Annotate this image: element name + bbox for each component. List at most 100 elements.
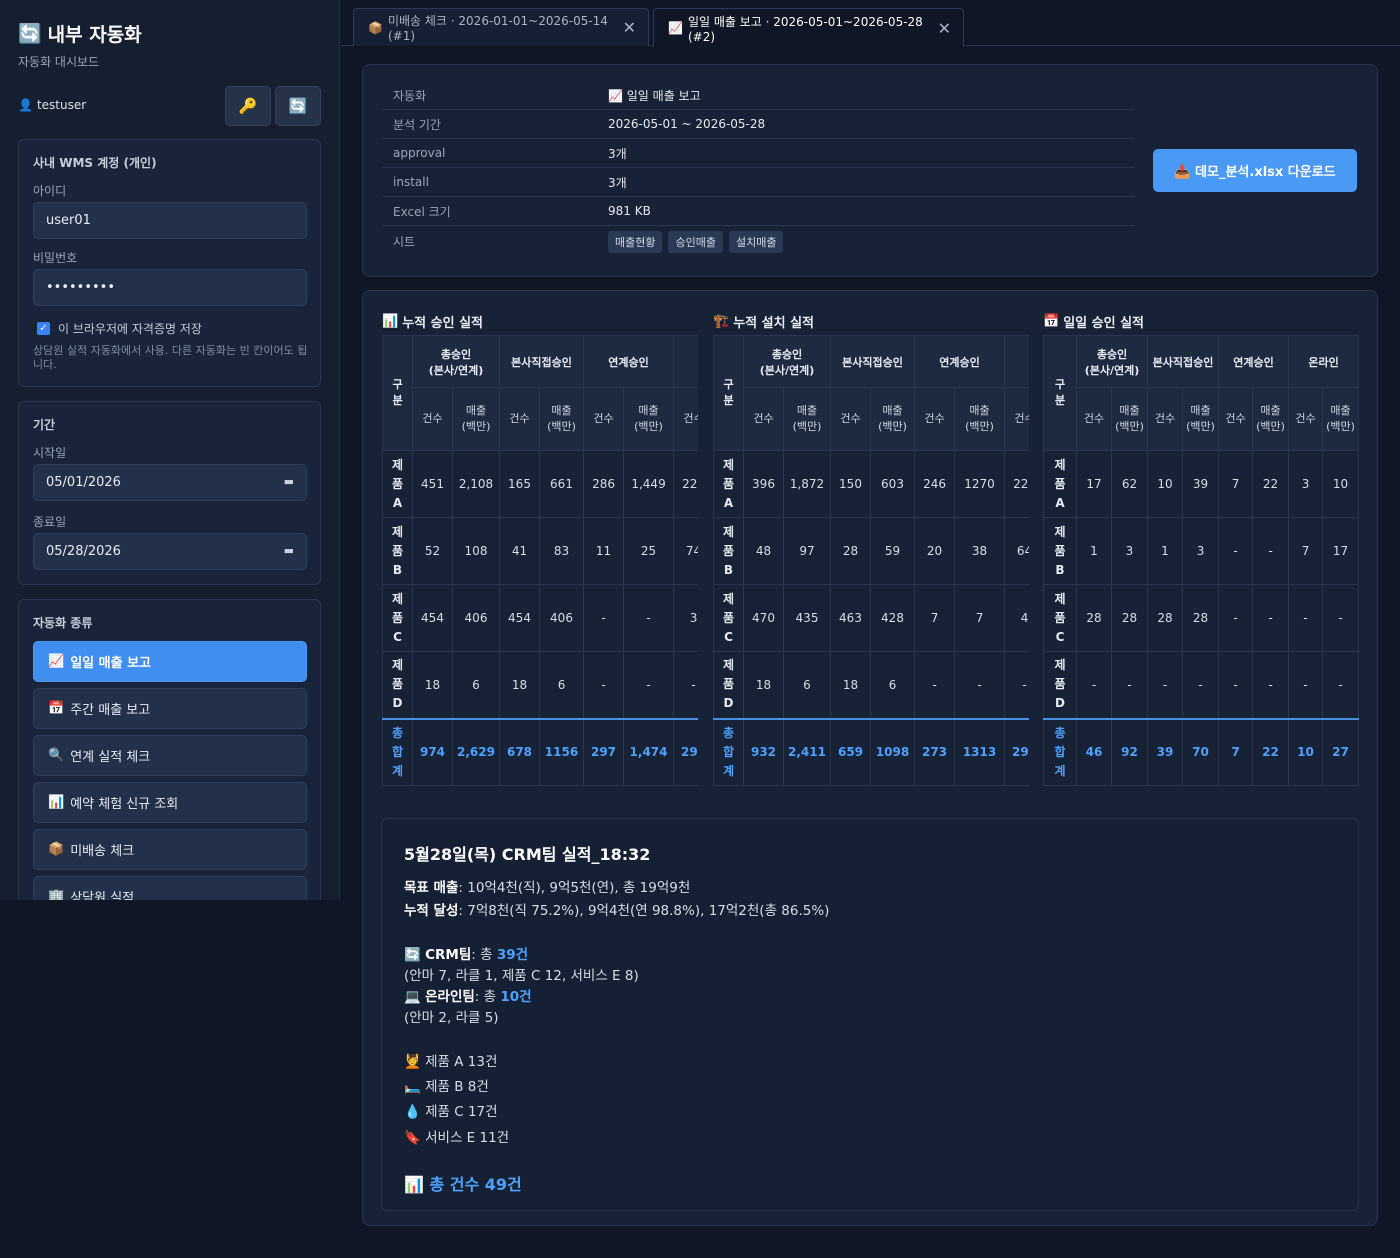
refresh-button[interactable]: 🔄 [275, 86, 321, 126]
password-input[interactable]: ••••••••• [33, 269, 307, 306]
table-scroll-area[interactable]: 구분총승인 (본사/연계)본사직접승인연계승인온라인건수매출 (백만)건수매출 … [382, 335, 698, 787]
row-label: 제품D [1043, 651, 1077, 719]
table-cell: 7 [914, 584, 956, 652]
table-cell: - [1252, 584, 1290, 652]
corner-header: 구분 [1043, 335, 1077, 451]
table-cell: 52 [412, 517, 453, 585]
row-label-text: 제품B [1054, 524, 1066, 577]
crm-report: 5월28일(목) CRM팀 실적_18:32 목표 매출: 10억4천(직), … [381, 818, 1359, 1211]
automation-undelivered[interactable]: 📦 미배송 체크 [33, 829, 307, 870]
end-date-input[interactable]: 05/28/2026 ▬ [33, 533, 307, 570]
table-cell: 3 [1181, 517, 1220, 585]
download-button[interactable]: 📥 데모_분석.xlsx 다운로드 [1153, 149, 1357, 192]
performance-table-block: 🏗️누적 설치 실적구분총승인 (본사/연계)본사직접승인연계승인온라인건수매출… [713, 307, 1029, 786]
table-cell: 92 [1111, 717, 1148, 786]
table-cell: - [623, 651, 675, 719]
table-cell: 1 [1147, 517, 1183, 585]
row-label-text: 제품A [1054, 457, 1066, 510]
online-team-line: 💻 온라인팀: 총 10건 [404, 989, 532, 1005]
table-cell: 6 [783, 651, 831, 719]
table-cell: 435 [783, 584, 831, 652]
row-label: 총합계 [713, 717, 744, 786]
table-scroll-area[interactable]: 구분총승인 (본사/연계)본사직접승인연계승인온라인건수매출 (백만)건수매출 … [1043, 335, 1359, 787]
end-date-label: 종료일 [33, 515, 67, 529]
sub-header: 매출 (백만) [954, 387, 1006, 451]
table-scroll-area[interactable]: 구분총승인 (본사/연계)본사직접승인연계승인온라인건수매출 (백만)건수매출 … [713, 335, 1029, 787]
sidebar: 🔄 내부 자동화 자동화 대시보드 👤 testuser 🔑 🔄 사내 WMS 계… [0, 0, 340, 900]
row-label-text: 제품A [391, 457, 404, 510]
table-cell: 64 [1004, 517, 1029, 585]
row-label: 제품D [382, 651, 413, 719]
sub-header: 건수 [583, 387, 625, 451]
table-cell: 406 [538, 584, 585, 652]
wms-account-card: 사내 WMS 계정 (개인) 아이디 user01 비밀번호 •••••••••… [18, 139, 321, 387]
table-cell: 74 [673, 517, 698, 585]
table-row: 제품D186186---— [382, 651, 698, 719]
row-label-text: 총합계 [391, 725, 404, 778]
table-cell: 396 [743, 450, 784, 518]
table-cell: - [1181, 651, 1220, 719]
automation-linked-check[interactable]: 🔍 연계 실적 체크 [33, 735, 307, 776]
group-header: 총승인 (본사/연계) [412, 335, 500, 388]
close-icon[interactable]: ✕ [623, 18, 636, 37]
group-header: 본사직접승인 [829, 335, 916, 388]
table-cell: 70 [1181, 717, 1220, 786]
row-label-text: 제품C [391, 591, 404, 644]
table-cell: 2,108 [452, 450, 500, 518]
sub-header: 건수 [1004, 387, 1029, 451]
calendar-icon[interactable]: ▬ [284, 475, 294, 488]
table-cell: 62 [1111, 450, 1148, 518]
sub-header: 건수 [673, 387, 698, 451]
corner-header-label: 구분 [392, 378, 403, 407]
automation-card-title: 자동화 종류 [33, 616, 93, 630]
password-label: 비밀번호 [33, 251, 78, 265]
group-header: 연계승인 [583, 335, 675, 388]
tab-daily-sales[interactable]: 📈 일일 매출 보고 · 2026-05-01~2026-05-28 (#2) … [653, 8, 964, 47]
table-cell: 2,411 [783, 717, 831, 786]
row-label-text: 제품B [722, 524, 735, 577]
table-row: 제품D - - - - - - - - [1043, 651, 1359, 719]
table-row: 제품B 1 3 1 3- -7 17 [1043, 517, 1359, 585]
group-header: 총승인 (본사/연계) [743, 335, 831, 388]
table-cell: 83 [538, 517, 585, 585]
start-date-input[interactable]: 05/01/2026 ▬ [33, 464, 307, 501]
automation-reservation[interactable]: 📊 예약 체험 신규 조회 [33, 782, 307, 823]
performance-table: 구분총승인 (본사/연계)본사직접승인연계승인온라인건수매출 (백만)건수매출 … [382, 335, 698, 786]
calendar-icon[interactable]: ▬ [284, 544, 294, 557]
chart-up-icon: 📈 [668, 21, 683, 35]
id-input[interactable]: user01 [33, 202, 307, 239]
remember-checkbox[interactable]: ✓ [37, 322, 50, 335]
close-icon[interactable]: ✕ [938, 19, 951, 38]
table-cell: - [583, 584, 625, 652]
table-cell: 3 [673, 584, 698, 652]
product-line: 💧 제품 C 17건 [404, 1104, 498, 1120]
package-icon: 📦 [368, 20, 383, 35]
remember-row[interactable]: ✓ 이 브라우저에 자격증명 저장 [37, 320, 202, 337]
row-label: 제품C [382, 584, 413, 652]
tab-undelivered[interactable]: 📦 미배송 체크 · 2026-01-01~2026-05-14 (#1) ✕ [353, 8, 649, 46]
table-cell: 406 [452, 584, 500, 652]
automation-daily-sales[interactable]: 📈 일일 매출 보고 [33, 641, 307, 682]
table-cell: 454 [412, 584, 453, 652]
automation-agent-performance[interactable]: 🏢 상담원 실적 [33, 876, 307, 900]
table-row: 제품C470435463428774— [713, 584, 1029, 652]
table-cell: - [1218, 584, 1254, 652]
group-header: 연계승인 [1218, 335, 1290, 388]
start-date-label: 시작일 [33, 446, 67, 460]
sheet-chip: 매출현황 [608, 230, 663, 253]
row-label: 제품A [713, 450, 744, 518]
sub-header: 건수 [499, 387, 540, 451]
app-subtitle: 자동화 대시보드 [18, 55, 100, 69]
calendar-icon: 📅 [48, 701, 65, 716]
table-cell: 18 [743, 651, 784, 719]
sub-header: 매출 (백만) [1322, 387, 1359, 451]
table-cell: - [1322, 651, 1359, 719]
table-row: 제품D186186---— [713, 651, 1029, 719]
table-cell: 470 [743, 584, 784, 652]
credentials-button[interactable]: 🔑 [225, 86, 271, 126]
massage-icon: 💆 [404, 1054, 421, 1070]
table-cell: 48 [743, 517, 784, 585]
table-cell: 28 [830, 517, 871, 585]
automation-weekly-sales[interactable]: 📅 주간 매출 보고 [33, 688, 307, 729]
user-icon: 👤 [18, 98, 33, 112]
